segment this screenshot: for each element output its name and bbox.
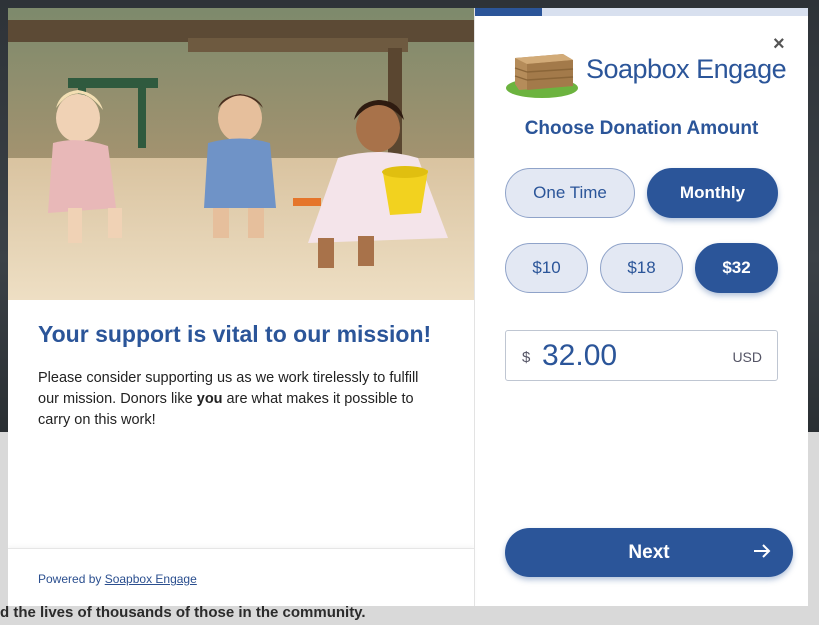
next-button[interactable]: Next xyxy=(505,528,793,577)
amount-10-button[interactable]: $10 xyxy=(505,243,588,293)
powered-by-label: Powered by xyxy=(38,572,105,586)
soapbox-engage-link[interactable]: Soapbox Engage xyxy=(105,572,197,586)
close-icon[interactable]: × xyxy=(773,33,785,56)
choose-amount-title: Choose Donation Amount xyxy=(524,118,759,139)
progress-bar-fill xyxy=(475,8,542,16)
body-text: Please consider supporting us as we work… xyxy=(38,368,438,431)
arrow-right-icon xyxy=(754,544,771,558)
progress-bar xyxy=(475,8,808,16)
amount-field[interactable]: $ USD xyxy=(505,330,778,381)
currency-code: USD xyxy=(732,349,762,365)
next-button-label: Next xyxy=(628,541,670,563)
amount-18-button[interactable]: $18 xyxy=(600,243,683,293)
headline: Your support is vital to our mission! xyxy=(38,321,432,347)
brand-name: Soapbox Engage xyxy=(586,54,787,84)
donation-modal: Your support is vital to our mission! Pl… xyxy=(8,8,808,606)
one-time-button[interactable]: One Time xyxy=(505,168,635,218)
amount-input[interactable] xyxy=(542,337,712,375)
monthly-button[interactable]: Monthly xyxy=(647,168,778,218)
soapbox-logo-icon xyxy=(505,46,585,98)
hero-photo xyxy=(8,8,475,300)
modal-right-panel: × Soapbox Engage Choose Donation Amount … xyxy=(475,8,808,606)
currency-symbol: $ xyxy=(522,349,531,366)
amount-32-button[interactable]: $32 xyxy=(695,243,778,293)
background-text: d the lives of thousands of those in the… xyxy=(0,604,366,621)
powered-by: Powered by Soapbox Engage xyxy=(38,572,197,586)
body-text-emphasis: you xyxy=(196,391,223,407)
modal-left-panel: Your support is vital to our mission! Pl… xyxy=(8,8,475,606)
modal-footer: Powered by Soapbox Engage xyxy=(8,548,474,606)
